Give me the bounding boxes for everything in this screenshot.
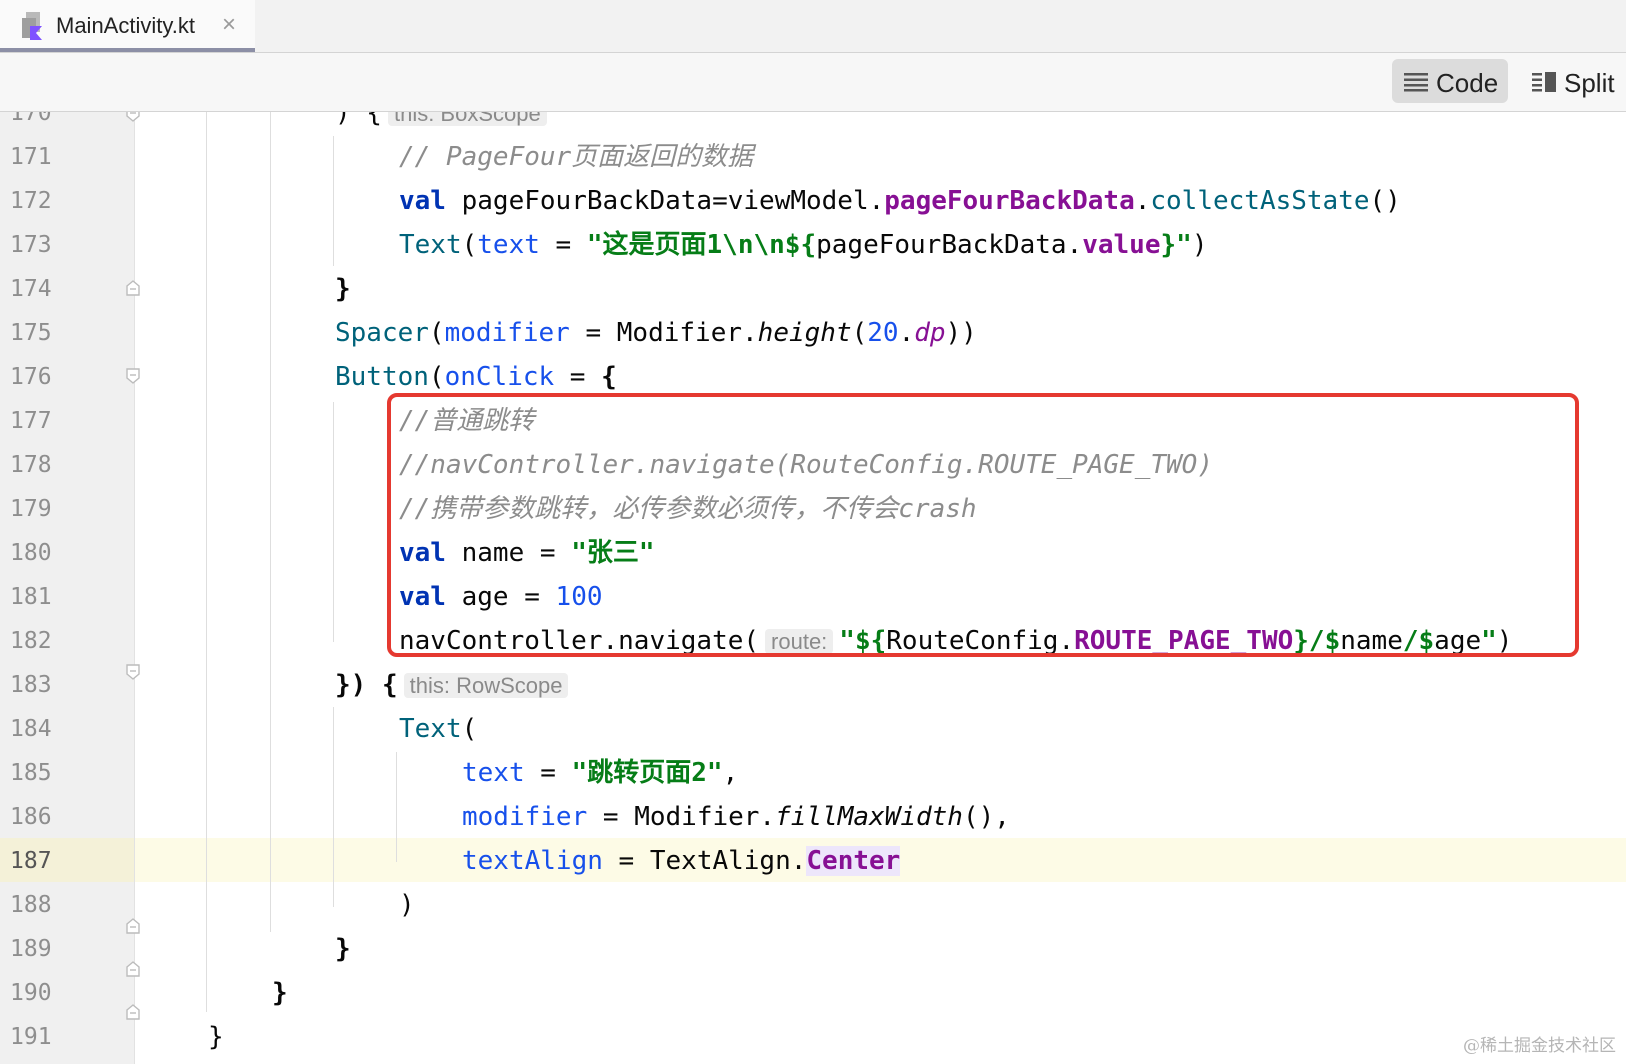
line-number: 185 [10,760,52,786]
line-number: 174 [10,276,52,302]
indent-guide [333,136,334,266]
code-line-187: textAlign = TextAlign.Center [462,846,901,876]
line-number: 181 [10,584,52,610]
editor-toolbar: Code Split [0,53,1626,112]
code-line-185: text = "跳转页面2", [462,758,739,788]
line-number: 188 [10,892,52,918]
fold-start-icon[interactable] [125,280,141,296]
line-number: 170 [10,112,52,126]
line-number: 171 [10,144,52,170]
code-line-175: Spacer(modifier = Modifier.height(20.dp)… [335,318,977,348]
line-number: 182 [10,628,52,654]
fold-start-icon[interactable] [125,1004,141,1020]
line-number: 172 [10,188,52,214]
code-line-188: ) [399,890,415,920]
code-line-171: // PageFour页面返回的数据 [399,142,754,172]
fold-start-icon[interactable] [125,918,141,934]
code-editor[interactable]: 170 171 172 173 174 175 176 177 178 179 … [0,112,1626,1064]
active-tab-indicator [0,48,255,52]
line-number: 184 [10,716,52,742]
fold-end-icon[interactable] [125,368,141,384]
code-line-174: } [335,274,351,304]
code-line-186: modifier = Modifier.fillMaxWidth(), [462,802,1010,832]
indent-guide [206,112,207,1012]
code-line-183: }) {this: RowScope [335,663,574,707]
indent-guide [396,752,397,862]
selected-token: Center [806,846,901,876]
kotlin-file-icon [22,12,42,40]
inlay-hint: this: BoxScope [387,112,547,126]
tab-main-activity[interactable]: MainActivity.kt × [0,0,255,52]
highlight-annotation-box [387,393,1579,657]
line-number: 177 [10,408,52,434]
line-number: 187 [10,848,52,874]
editor-tab-bar: MainActivity.kt × [0,0,1626,53]
line-number: 176 [10,364,52,390]
watermark: @稀土掘金技术社区 [1463,1036,1616,1056]
close-icon[interactable]: × [222,11,236,39]
fold-end-icon[interactable] [125,664,141,680]
code-view-icon [1404,73,1428,92]
code-view-label: Code [1436,68,1499,98]
line-number: 173 [10,232,52,258]
tab-filename: MainActivity.kt [56,13,195,38]
split-view-label: Split [1564,68,1615,98]
code-line-173: Text(text = "这是页面1\n\n${pageFourBackData… [399,230,1208,260]
split-view-button[interactable]: Split [1520,59,1620,103]
code-line-189: } [335,934,351,964]
indent-guide [333,402,334,642]
inlay-hint: this: RowScope [403,673,569,698]
code-line-170: ) {this: BoxScope [335,112,553,135]
split-view-icon [1532,72,1556,92]
code-line-172: val pageFourBackData=viewModel.pageFourB… [399,186,1401,216]
indent-guide [270,112,271,932]
fold-end-icon[interactable] [125,112,141,122]
line-number: 175 [10,320,52,346]
line-number: 179 [10,496,52,522]
code-line-190: } [272,978,288,1008]
code-line-191: } [208,1022,224,1052]
line-number: 183 [10,672,52,698]
code-view-button[interactable]: Code [1392,59,1508,103]
indent-guide [333,707,334,907]
line-number: 190 [10,980,52,1006]
line-number: 191 [10,1024,52,1050]
line-number: 189 [10,936,52,962]
fold-start-icon[interactable] [125,961,141,977]
code-line-184: Text( [399,714,478,744]
line-number: 178 [10,452,52,478]
line-number: 180 [10,540,52,566]
line-number: 186 [10,804,52,830]
